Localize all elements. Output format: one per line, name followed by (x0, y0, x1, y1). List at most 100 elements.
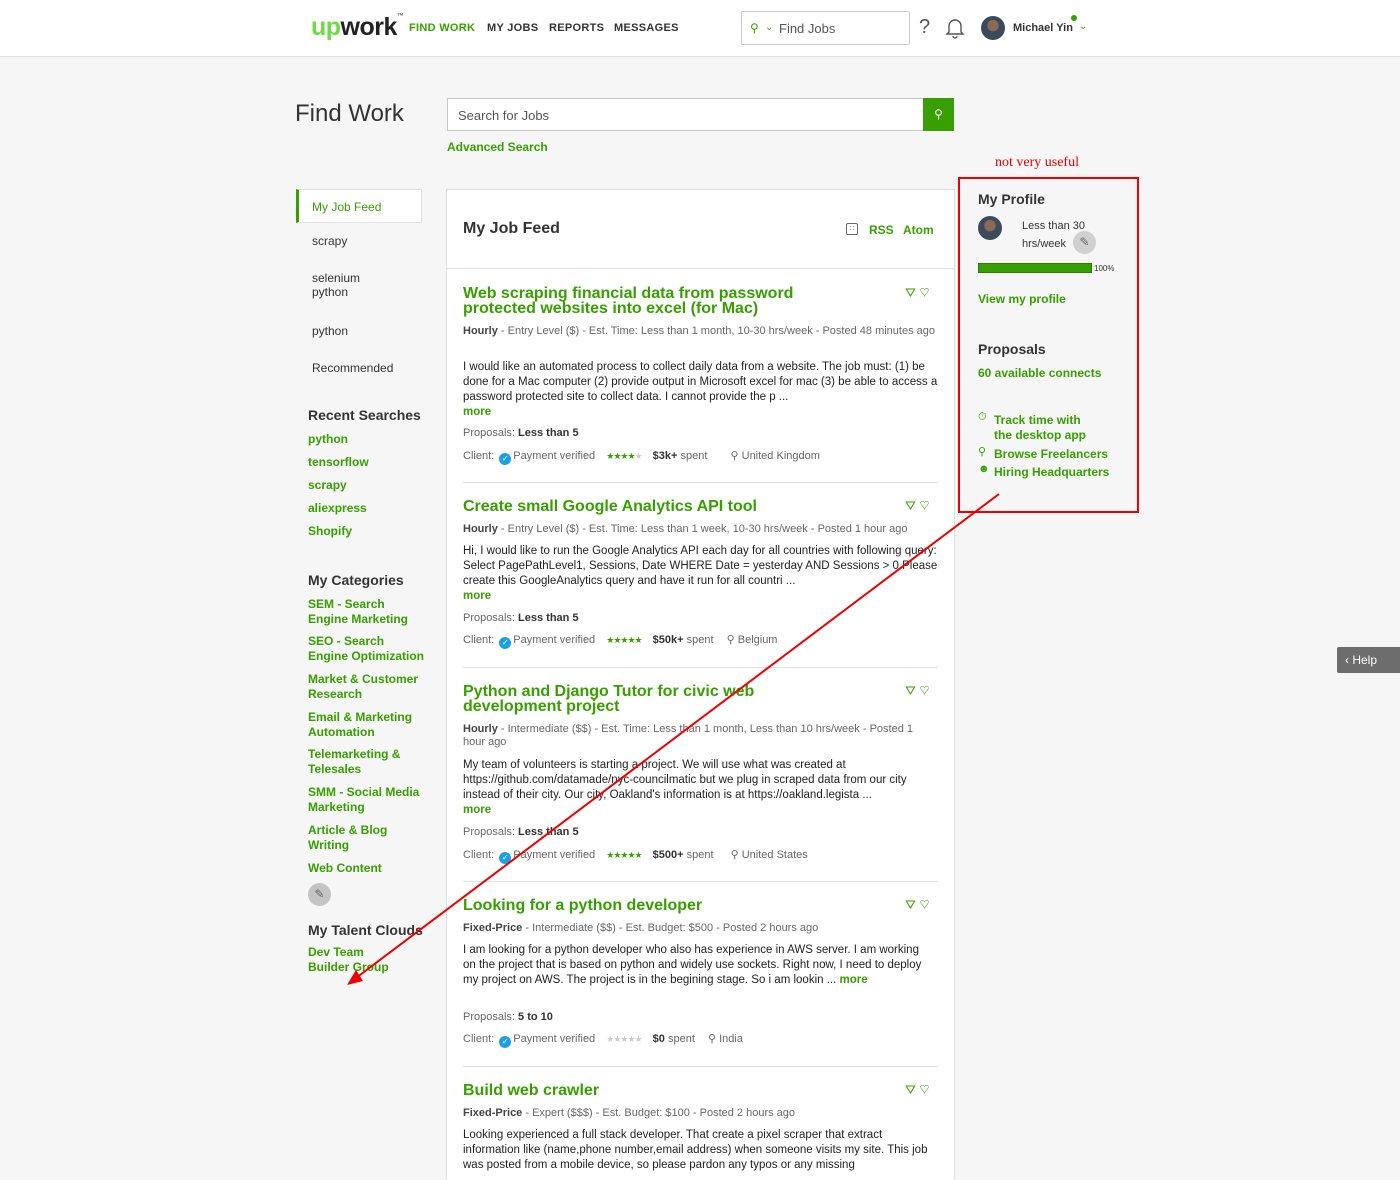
job-actions: ⛛ ♡ (905, 897, 930, 913)
job-description: Hi, I would like to run the Google Analy… (463, 544, 941, 604)
job-type: Fixed-Price (463, 1107, 523, 1119)
category-link[interactable]: Market & Customer Research (308, 672, 423, 702)
category-link[interactable]: Email & Marketing Automation (308, 710, 413, 740)
client-spent: $500+ spent (653, 849, 714, 861)
help-icon[interactable]: ? (919, 16, 930, 39)
category-link[interactable]: SEM - Search Engine Marketing (308, 597, 408, 627)
job-meta-text: - Intermediate ($$) - Est. Budget: $500 … (522, 922, 819, 934)
atom-link[interactable]: Atom (903, 223, 934, 237)
recent-search-link[interactable]: tensorflow (308, 455, 426, 470)
upwork-logo[interactable]: upwork™ (311, 13, 404, 42)
category-link[interactable]: SMM - Social Media Marketing (308, 785, 420, 815)
category-link[interactable]: Article & Blog Writing (308, 823, 398, 853)
job-meta: Fixed-Price - Expert ($$$) - Est. Budget… (463, 1107, 938, 1120)
recent-search-link[interactable]: scrapy (308, 478, 426, 493)
client-spent: $0 spent (653, 1033, 695, 1045)
job-type: Hourly (463, 325, 498, 337)
recent-search-link[interactable]: aliexpress (308, 501, 426, 516)
job-search-placeholder: Search for Jobs (458, 108, 550, 123)
user-name[interactable]: Michael Yin (1013, 22, 1073, 34)
client-location: India (719, 1033, 743, 1045)
client-spent: $3k+ spent (653, 450, 708, 462)
divider (463, 482, 938, 483)
sidebar-item-selenium-python[interactable]: selenium python (312, 271, 372, 299)
job-description: I am looking for a python developer who … (463, 943, 933, 988)
more-link[interactable]: more (463, 804, 491, 816)
thumbs-down-icon[interactable]: ⛛ (905, 285, 916, 300)
job-description-text: Hi, I would like to run the Google Analy… (463, 545, 938, 587)
sidebar-item-recommended[interactable]: Recommended (312, 361, 412, 375)
top-search-input[interactable]: ⚲ ⌄ Find Jobs (741, 11, 910, 45)
heart-icon[interactable]: ♡ (920, 897, 930, 912)
sidebar-item-python[interactable]: python (312, 324, 412, 338)
spent-amount: $3k+ (652, 450, 678, 462)
chevron-down-icon[interactable]: ⌄ (765, 22, 773, 33)
recent-search-link[interactable]: Shopify (308, 524, 426, 539)
talent-cloud-link[interactable]: Dev Team Builder Group (308, 945, 408, 975)
client-label: Client: (463, 634, 495, 646)
job-title-link[interactable]: Looking for a python developer (463, 898, 823, 914)
recent-search-link[interactable]: python (308, 432, 426, 447)
more-link[interactable]: more (463, 406, 491, 418)
divider (463, 1066, 938, 1067)
edit-categories-pencil-icon[interactable]: ✎ (308, 883, 331, 906)
talent-clouds-heading: My Talent Clouds (308, 922, 423, 938)
client-location: United States (741, 849, 808, 861)
job-meta: Hourly - Entry Level ($) - Est. Time: Le… (463, 523, 938, 536)
job-meta-text: - Entry Level ($) - Est. Time: Less than… (497, 325, 935, 337)
heart-icon[interactable]: ♡ (920, 285, 930, 300)
job-description: My team of volunteers is starting a proj… (463, 758, 941, 818)
category-link[interactable]: Web Content (308, 861, 426, 876)
sidebar-item-my-job-feed[interactable]: My Job Feed (296, 189, 422, 223)
job-title-link[interactable]: Web scraping financial data from passwor… (463, 286, 823, 317)
bell-icon[interactable] (945, 17, 965, 39)
job-type: Hourly (463, 523, 498, 535)
annotation-note: not very useful (995, 155, 1079, 170)
nav-reports[interactable]: REPORTS (549, 22, 604, 34)
my-categories-heading: My Categories (308, 572, 404, 588)
thumbs-down-icon[interactable]: ⛛ (905, 1082, 916, 1097)
thumbs-down-icon[interactable]: ⛛ (905, 897, 916, 912)
thumbs-down-icon[interactable]: ⛛ (905, 498, 916, 513)
top-search-placeholder: Find Jobs (779, 21, 836, 36)
rss-link[interactable]: RSS (869, 223, 894, 237)
proposals-count: Less than 5 (518, 612, 579, 624)
more-link[interactable]: more (463, 590, 491, 602)
sidebar-item-scrapy[interactable]: scrapy (312, 234, 412, 248)
user-avatar[interactable] (981, 16, 1005, 40)
heart-icon[interactable]: ♡ (920, 683, 930, 698)
job-meta-text: - Entry Level ($) - Est. Time: Less than… (497, 523, 908, 535)
divider (463, 881, 938, 882)
job-title-link[interactable]: Create small Google Analytics API tool (463, 499, 883, 515)
client-rating-stars: ★★★★★ (606, 635, 642, 645)
rss-icon[interactable]: ∷ (846, 223, 858, 235)
job-actions: ⛛ ♡ (905, 1082, 930, 1098)
job-type: Hourly (463, 723, 498, 735)
nav-messages[interactable]: MESSAGES (614, 22, 679, 34)
heart-icon[interactable]: ♡ (920, 498, 930, 513)
help-label: Help (1352, 653, 1378, 667)
advanced-search-link[interactable]: Advanced Search (447, 140, 548, 154)
help-tab[interactable]: ‹ Help (1337, 647, 1400, 673)
job-description-text: I would like an automated process to col… (463, 361, 938, 403)
spent-amount: $500+ (652, 849, 684, 861)
spent-suffix: spent (680, 450, 708, 462)
category-link[interactable]: Telemarketing & Telesales (308, 747, 408, 777)
job-meta-text: - Intermediate ($$) - Est. Time: Less th… (463, 723, 913, 748)
job-actions: ⛛ ♡ (905, 683, 930, 699)
nav-my-jobs[interactable]: MY JOBS (487, 22, 538, 34)
payment-verified: Payment verified (513, 849, 596, 861)
spent-suffix: spent (686, 849, 714, 861)
job-title-link[interactable]: Python and Django Tutor for civic web de… (463, 684, 773, 715)
job-meta-text: - Expert ($$$) - Est. Budget: $100 - Pos… (522, 1107, 796, 1119)
nav-find-work[interactable]: FIND WORK (409, 22, 475, 34)
category-link[interactable]: SEO - Search Engine Optimization (308, 634, 426, 664)
job-title-link[interactable]: Build web crawler (463, 1083, 823, 1099)
job-search-input[interactable]: Search for Jobs (447, 98, 924, 131)
heart-icon[interactable]: ♡ (920, 1082, 930, 1097)
search-button[interactable]: ⚲ (923, 98, 954, 131)
thumbs-down-icon[interactable]: ⛛ (905, 683, 916, 698)
client-rating-stars: ★★★★★ (606, 850, 642, 860)
more-link[interactable]: more (840, 974, 868, 986)
user-menu-chevron-icon[interactable]: ⌄ (1079, 21, 1087, 32)
